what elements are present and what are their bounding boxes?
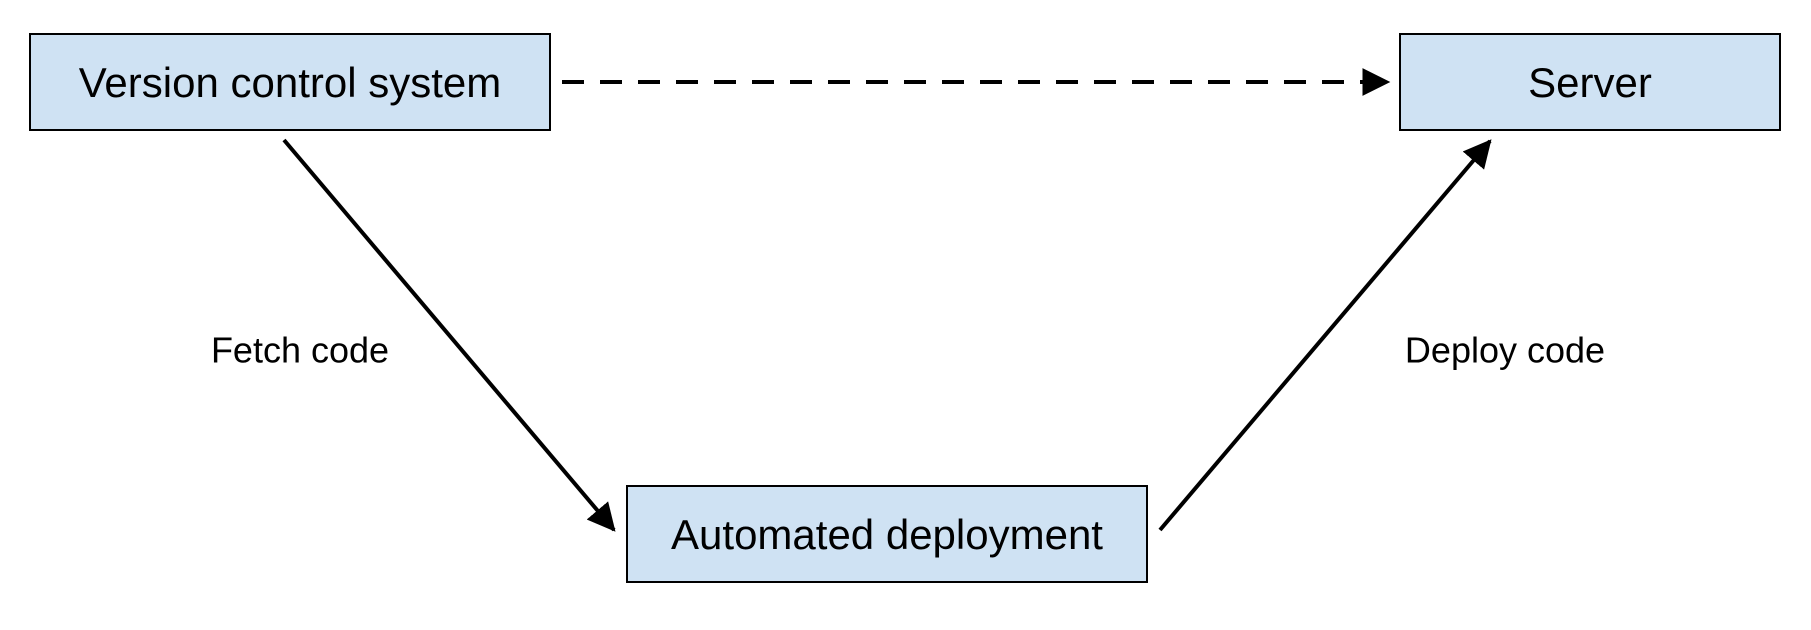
deployment-diagram: Version control system Server Automated … <box>0 0 1811 630</box>
edge-deploy-code: Deploy code <box>1160 141 1605 530</box>
edge-fetch-code: Fetch code <box>211 140 614 530</box>
node-server: Server <box>1400 34 1780 130</box>
edge-label-deploy-code: Deploy code <box>1405 330 1605 371</box>
node-label-server: Server <box>1528 59 1652 106</box>
node-label-version-control-system: Version control system <box>79 59 502 106</box>
edge-label-fetch-code: Fetch code <box>211 330 389 371</box>
node-version-control-system: Version control system <box>30 34 550 130</box>
node-label-automated-deployment: Automated deployment <box>671 511 1103 558</box>
node-automated-deployment: Automated deployment <box>627 486 1147 582</box>
